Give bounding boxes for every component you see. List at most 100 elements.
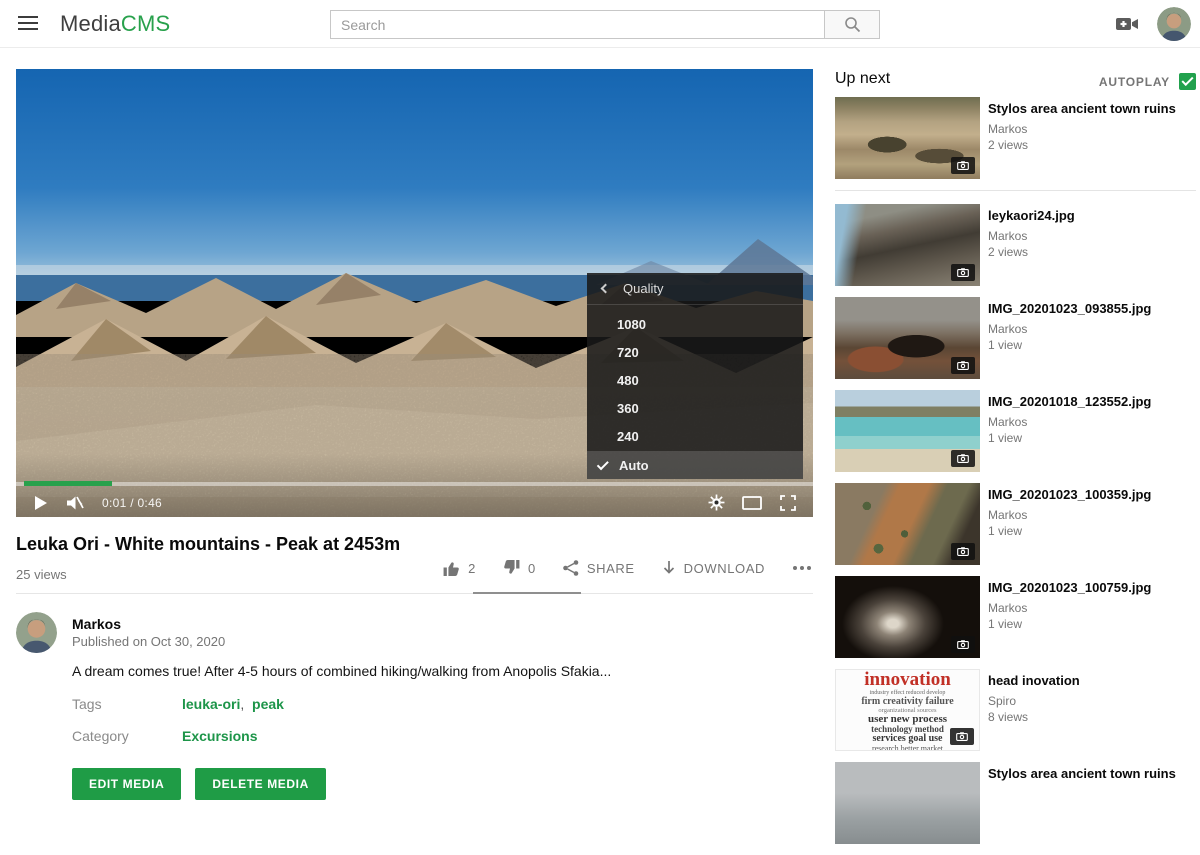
- action-bar: 2 0 SHARE DOWNLOAD: [442, 559, 813, 577]
- up-next-item[interactable]: Stylos area ancient town ruins: [835, 762, 1196, 844]
- video-thumbnail: [835, 204, 980, 286]
- video-thumbnail: [835, 297, 980, 379]
- image-type-badge: [951, 264, 975, 281]
- camera-icon: [957, 361, 969, 370]
- tag-link-leuka-ori[interactable]: leuka-ori: [182, 696, 240, 712]
- item-title: Stylos area ancient town ruins: [988, 100, 1176, 117]
- tags-value: leuka-ori, peak: [182, 696, 284, 712]
- up-next-item[interactable]: Stylos area ancient town ruins Markos 2 …: [835, 97, 1196, 179]
- tag-link-peak[interactable]: peak: [252, 696, 284, 712]
- up-next-list: Stylos area ancient town ruins Markos 2 …: [835, 97, 1196, 844]
- item-views: 2 views: [988, 244, 1075, 260]
- top-bar: MediaCMS: [0, 0, 1200, 48]
- item-author: Markos: [988, 121, 1176, 137]
- share-button[interactable]: SHARE: [562, 559, 635, 577]
- author-avatar[interactable]: [16, 612, 57, 653]
- upload-media-button[interactable]: [1115, 15, 1140, 33]
- quality-option-480[interactable]: 480: [587, 367, 803, 395]
- like-button[interactable]: 2: [442, 559, 476, 577]
- author-name[interactable]: Markos: [72, 616, 121, 632]
- fullscreen-icon: [780, 495, 796, 511]
- image-type-badge: [951, 543, 975, 560]
- mute-button[interactable]: [64, 492, 86, 514]
- image-type-badge: [951, 636, 975, 653]
- item-views: 1 view: [988, 523, 1151, 539]
- quality-option-360[interactable]: 360: [587, 395, 803, 423]
- item-author: Spiro: [988, 693, 1080, 709]
- item-title: head inovation: [988, 672, 1080, 689]
- up-next-item[interactable]: IMG_20201023_100759.jpg Markos 1 view: [835, 576, 1196, 658]
- theater-mode-button[interactable]: [741, 492, 763, 514]
- edit-media-button[interactable]: EDIT MEDIA: [72, 768, 181, 800]
- view-count: 25 views: [16, 567, 67, 582]
- dislike-count: 0: [528, 561, 536, 576]
- quality-option-240[interactable]: 240: [587, 423, 803, 451]
- item-title: IMG_20201023_100759.jpg: [988, 579, 1151, 596]
- item-views: 1 view: [988, 430, 1151, 446]
- video-thumbnail: [835, 576, 980, 658]
- video-thumbnail: [835, 483, 980, 565]
- item-author: Markos: [988, 321, 1151, 337]
- like-count: 2: [468, 561, 476, 576]
- quality-option-720[interactable]: 720: [587, 339, 803, 367]
- camera-icon: [957, 268, 969, 277]
- tags-label: Tags: [72, 696, 102, 712]
- like-ratio-bar: [473, 592, 581, 594]
- fullscreen-button[interactable]: [777, 492, 799, 514]
- image-type-badge: [950, 728, 974, 745]
- delete-media-button[interactable]: DELETE MEDIA: [195, 768, 326, 800]
- user-avatar[interactable]: [1157, 7, 1191, 41]
- download-label: DOWNLOAD: [684, 561, 765, 576]
- item-views: 2 views: [988, 137, 1176, 153]
- camera-icon: [957, 547, 969, 556]
- up-next-item[interactable]: leykaori24.jpg Markos 2 views: [835, 204, 1196, 286]
- up-next-item[interactable]: innovation industry effect reduced devel…: [835, 669, 1196, 751]
- video-thumbnail: [835, 97, 980, 179]
- section-divider: [16, 593, 813, 594]
- camera-icon: [956, 732, 968, 741]
- item-author: Markos: [988, 600, 1151, 616]
- camera-icon: [957, 454, 969, 463]
- video-thumbnail: [835, 762, 980, 844]
- search-button[interactable]: [825, 10, 880, 39]
- quality-menu-back[interactable]: Quality: [587, 273, 803, 305]
- quality-option-1080[interactable]: 1080: [587, 311, 803, 339]
- item-views: 1 view: [988, 337, 1151, 353]
- download-button[interactable]: DOWNLOAD: [661, 559, 765, 577]
- more-options-button[interactable]: [791, 560, 813, 576]
- video-description: A dream comes true! After 4-5 hours of c…: [72, 663, 692, 679]
- video-camera-plus-icon: [1115, 15, 1140, 33]
- play-button[interactable]: [30, 492, 52, 514]
- thumbs-down-icon: [502, 559, 521, 577]
- up-next-item[interactable]: IMG_20201023_100359.jpg Markos 1 view: [835, 483, 1196, 565]
- camera-icon: [957, 161, 969, 170]
- item-title: Stylos area ancient town ruins: [988, 765, 1176, 782]
- time-display: 0:01 / 0:46: [102, 496, 162, 510]
- quality-menu-title: Quality: [623, 281, 663, 296]
- progress-bar[interactable]: [16, 482, 813, 486]
- video-thumbnail: [835, 390, 980, 472]
- back-chevron-icon: [601, 284, 611, 294]
- settings-button[interactable]: [705, 492, 727, 514]
- brand-logo[interactable]: MediaCMS: [60, 11, 170, 37]
- menu-icon[interactable]: [18, 16, 38, 31]
- search-input[interactable]: [330, 10, 825, 39]
- player-controls: 0:01 / 0:46: [16, 488, 813, 517]
- autoplay-checkbox[interactable]: [1179, 73, 1196, 90]
- item-title: IMG_20201023_093855.jpg: [988, 300, 1151, 317]
- video-player[interactable]: Quality 1080 720 480 360 240 Auto: [16, 69, 813, 517]
- dislike-button[interactable]: 0: [502, 559, 536, 577]
- gear-icon: [708, 494, 725, 511]
- avatar-image: [16, 612, 57, 653]
- checkmark-icon: [597, 458, 609, 470]
- main-content: Quality 1080 720 480 360 240 Auto: [16, 69, 813, 517]
- muted-volume-icon: [65, 494, 85, 512]
- category-link-excursions[interactable]: Excursions: [182, 728, 257, 744]
- item-views: 1 view: [988, 616, 1151, 632]
- up-next-item[interactable]: IMG_20201018_123552.jpg Markos 1 view: [835, 390, 1196, 472]
- up-next-item[interactable]: IMG_20201023_093855.jpg Markos 1 view: [835, 297, 1196, 379]
- autoplay-label: AUTOPLAY: [1099, 75, 1170, 89]
- download-arrow-icon: [661, 559, 677, 577]
- tag-separator: ,: [240, 696, 244, 712]
- quality-option-auto-selected[interactable]: Auto: [587, 451, 803, 479]
